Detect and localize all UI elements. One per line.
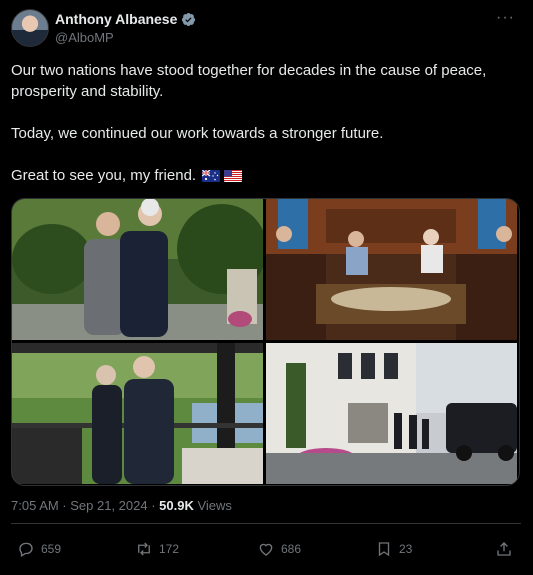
- divider: [11, 523, 521, 524]
- more-options-icon[interactable]: ···: [496, 9, 515, 27]
- tweet-paragraph: Great to see you, my friend.: [11, 165, 521, 186]
- us-flag-icon: [224, 170, 243, 182]
- like-count: 686: [281, 542, 302, 556]
- bookmark-button[interactable]: 23: [375, 540, 412, 558]
- heart-icon: [259, 543, 273, 556]
- bookmark-count: 23: [399, 542, 413, 556]
- reply-button[interactable]: 659: [17, 540, 61, 558]
- like-button[interactable]: 686: [257, 540, 301, 558]
- photo-house-exterior[interactable]: [266, 343, 517, 484]
- tweet-timestamp[interactable]: 7:05 AM · Sep 21, 2024 ·: [11, 498, 159, 513]
- repost-count: 172: [159, 542, 180, 556]
- photo-meeting-room[interactable]: [266, 199, 517, 340]
- reply-icon: [19, 542, 33, 557]
- repost-button[interactable]: 172: [135, 540, 179, 558]
- photo-balcony[interactable]: [12, 343, 263, 484]
- media-grid: [11, 198, 520, 486]
- photo-handshake[interactable]: [12, 199, 263, 340]
- repost-icon: [138, 542, 150, 556]
- tweet-paragraph: Today, we continued our work towards a s…: [11, 125, 384, 142]
- reply-count: 659: [41, 542, 62, 556]
- action-bar: 659 172 686 23: [11, 540, 521, 562]
- tweet-paragraph: Our two nations have stood together for …: [11, 62, 487, 100]
- tweet-paragraph-text: Great to see you, my friend.: [11, 167, 197, 184]
- bookmark-icon: [378, 542, 390, 557]
- avatar[interactable]: [11, 9, 49, 47]
- author-name-row: Anthony Albanese: [55, 11, 196, 27]
- tweet-text: Our two nations have stood together for …: [11, 60, 521, 186]
- share-icon: [497, 542, 511, 556]
- views-label: Views: [193, 498, 232, 513]
- author-name[interactable]: Anthony Albanese: [55, 11, 177, 27]
- author-handle[interactable]: @AlboMP: [55, 30, 114, 45]
- share-button[interactable]: [495, 540, 513, 558]
- views-count: 50.9K: [159, 498, 194, 513]
- australia-flag-icon: [202, 170, 221, 182]
- verified-badge-icon: [182, 12, 196, 26]
- tweet-meta: 7:05 AM · Sep 21, 2024 · 50.9K Views: [11, 498, 232, 513]
- tweet-header: Anthony Albanese @AlboMP ···: [11, 9, 521, 49]
